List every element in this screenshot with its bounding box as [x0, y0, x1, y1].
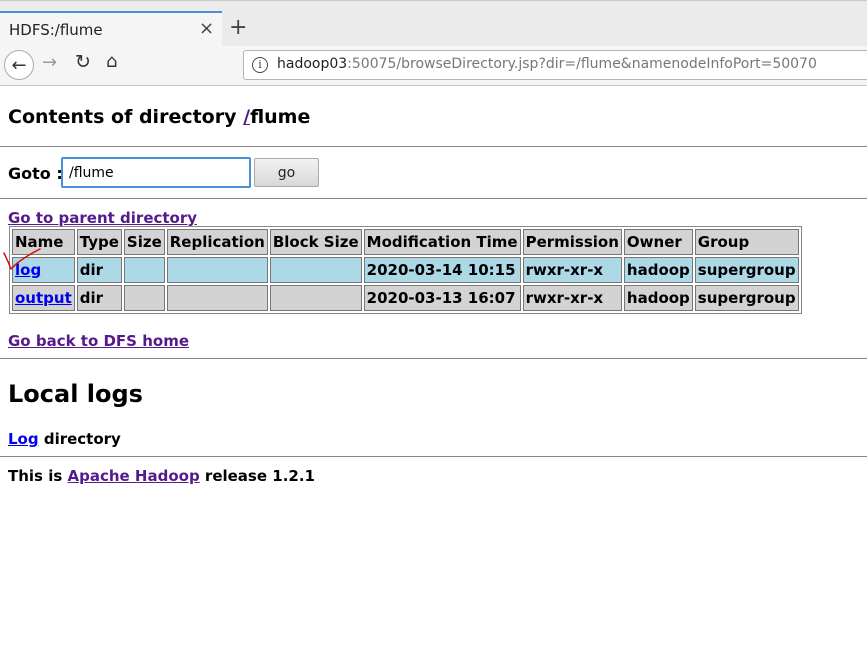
- directory-table: Name Type Size Replication Block Size Mo…: [9, 226, 802, 314]
- release-suffix: release 1.2.1: [199, 467, 315, 485]
- checkmark-icon: [3, 248, 41, 270]
- heading-dir: flume: [250, 106, 311, 128]
- type-cell: dir: [76, 285, 122, 311]
- log-directory-line: Log directory: [8, 430, 121, 448]
- page-title: Contents of directory /flume: [8, 106, 310, 128]
- back-button[interactable]: ←: [4, 50, 34, 80]
- table-row: log dir 2020-03-14 10:15 rwxr-xr-x hadoo…: [12, 257, 799, 283]
- column-header[interactable]: Permission: [522, 229, 622, 255]
- replication-cell: [166, 285, 268, 311]
- tab-strip: HDFS:/flume × +: [0, 0, 867, 47]
- apache-hadoop-link[interactable]: Apache Hadoop: [68, 467, 200, 485]
- release-line: This is Apache Hadoop release 1.2.1: [8, 467, 315, 485]
- release-prefix: This is: [8, 467, 68, 485]
- divider: [0, 146, 867, 147]
- column-header[interactable]: Size: [123, 229, 165, 255]
- mtime-cell: 2020-03-13 16:07: [363, 285, 521, 311]
- divider: [0, 198, 867, 199]
- divider: [0, 358, 867, 359]
- block-size-cell: [269, 257, 362, 283]
- parent-directory-link[interactable]: Go to parent directory: [8, 209, 197, 227]
- owner-cell: hadoop: [623, 285, 693, 311]
- block-size-cell: [269, 285, 362, 311]
- replication-cell: [166, 257, 268, 283]
- url-path: :50075/browseDirectory.jsp?dir=/flume&na…: [347, 56, 817, 72]
- column-header[interactable]: Group: [694, 229, 799, 255]
- log-link[interactable]: Log: [8, 430, 39, 448]
- size-cell: [123, 285, 165, 311]
- dfs-home-link[interactable]: Go back to DFS home: [8, 332, 189, 350]
- arrow-right-icon[interactable]: →: [42, 52, 57, 73]
- arrow-left-icon: ←: [11, 54, 27, 76]
- column-header[interactable]: Block Size: [269, 229, 362, 255]
- permission-cell: rwxr-xr-x: [522, 257, 622, 283]
- table-row: output dir 2020-03-13 16:07 rwxr-xr-x ha…: [12, 285, 799, 311]
- group-cell: supergroup: [694, 257, 799, 283]
- column-header[interactable]: Replication: [166, 229, 268, 255]
- url-host: hadoop03: [277, 56, 348, 72]
- owner-cell: hadoop: [623, 257, 693, 283]
- address-bar[interactable]: i hadoop03:50075/browseDirectory.jsp?dir…: [243, 50, 867, 80]
- divider: [0, 456, 867, 457]
- mtime-cell: 2020-03-14 10:15: [363, 257, 521, 283]
- table-header-row: Name Type Size Replication Block Size Mo…: [12, 229, 799, 255]
- goto-input[interactable]: [61, 157, 251, 188]
- navigation-toolbar: ← → ↻ ⌂ i hadoop03:50075/browseDirectory…: [0, 46, 867, 86]
- tab-title: HDFS:/flume: [9, 21, 103, 39]
- reload-icon[interactable]: ↻: [75, 51, 91, 73]
- goto-label: Goto :: [8, 164, 63, 183]
- group-cell: supergroup: [694, 285, 799, 311]
- new-tab-icon[interactable]: +: [229, 15, 247, 40]
- entry-link-output[interactable]: output: [15, 289, 72, 307]
- permission-cell: rwxr-xr-x: [522, 285, 622, 311]
- column-header[interactable]: Modification Time: [363, 229, 521, 255]
- tab-hdfs-flume[interactable]: HDFS:/flume ×: [0, 11, 222, 47]
- home-icon[interactable]: ⌂: [106, 51, 117, 72]
- url-text[interactable]: hadoop03:50075/browseDirectory.jsp?dir=/…: [277, 56, 817, 72]
- size-cell: [123, 257, 165, 283]
- info-icon[interactable]: i: [252, 57, 268, 73]
- log-suffix: directory: [38, 430, 121, 448]
- close-icon[interactable]: ×: [199, 18, 214, 39]
- column-header[interactable]: Type: [76, 229, 122, 255]
- column-header[interactable]: Owner: [623, 229, 693, 255]
- name-cell: output: [12, 285, 75, 311]
- local-logs-heading: Local logs: [8, 380, 143, 408]
- type-cell: dir: [76, 257, 122, 283]
- go-button[interactable]: go: [254, 158, 319, 187]
- heading-prefix: Contents of directory: [8, 106, 244, 128]
